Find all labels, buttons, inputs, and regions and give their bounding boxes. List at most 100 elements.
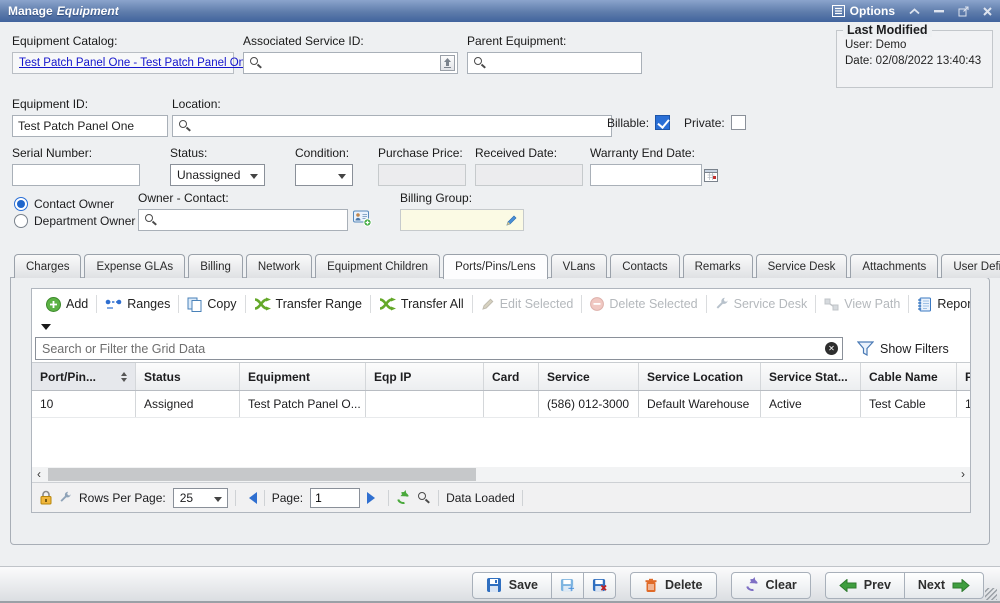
toolbar-expander[interactable] bbox=[41, 324, 51, 335]
condition-label: Condition: bbox=[295, 146, 353, 160]
view-path-button: View Path bbox=[816, 293, 908, 315]
column-header-port-pin[interactable]: Port/Pin... bbox=[32, 363, 136, 390]
tab-expense-glas[interactable]: Expense GLAs bbox=[84, 254, 185, 278]
zoom-icon[interactable] bbox=[417, 491, 431, 505]
tab-equipment-children[interactable]: Equipment Children bbox=[315, 254, 440, 278]
private-checkbox[interactable] bbox=[731, 115, 746, 130]
collapse-button[interactable] bbox=[909, 8, 920, 15]
tab-network[interactable]: Network bbox=[246, 254, 312, 278]
ranges-button[interactable]: Ranges bbox=[97, 293, 178, 315]
location-label: Location: bbox=[172, 97, 612, 111]
department-owner-label: Department Owner bbox=[34, 214, 135, 228]
location-input[interactable] bbox=[172, 115, 612, 137]
collapse-icon bbox=[909, 8, 920, 15]
owner-contact-field: Owner - Contact: bbox=[138, 191, 348, 231]
parent-equipment-field: Parent Equipment: bbox=[467, 34, 642, 74]
delete-button[interactable]: Delete bbox=[630, 572, 717, 599]
save-add-button[interactable] bbox=[551, 572, 584, 599]
tab-charges[interactable]: Charges bbox=[14, 254, 81, 278]
service-desk-icon bbox=[715, 297, 729, 311]
lock-icon[interactable] bbox=[40, 490, 52, 505]
column-header-eqp-ip[interactable]: Eqp IP bbox=[366, 363, 484, 390]
associated-service-id-input[interactable] bbox=[243, 52, 458, 74]
department-owner-radio[interactable] bbox=[14, 214, 28, 228]
billing-group-input[interactable] bbox=[400, 209, 524, 231]
edit-pencil-icon[interactable] bbox=[505, 214, 518, 227]
save-add-icon bbox=[560, 578, 575, 593]
column-header-service-location[interactable]: Service Location bbox=[639, 363, 761, 390]
rows-per-page-select[interactable]: 25 bbox=[173, 488, 228, 508]
service-id-picker-icon bbox=[443, 58, 452, 68]
column-header-card[interactable]: Card bbox=[484, 363, 539, 390]
tab-remarks[interactable]: Remarks bbox=[683, 254, 753, 278]
page-next-icon[interactable] bbox=[367, 492, 381, 504]
copy-button[interactable]: Copy bbox=[179, 293, 244, 315]
minimize-button[interactable] bbox=[934, 10, 944, 13]
prev-button[interactable]: Prev bbox=[825, 572, 905, 599]
calendar-icon[interactable] bbox=[704, 168, 718, 182]
show-filters-button[interactable]: Show Filters bbox=[857, 341, 949, 356]
report-button[interactable]: Report bbox=[909, 293, 971, 315]
clear-button[interactable]: Clear bbox=[731, 572, 811, 599]
tab-ports-pins-lens[interactable]: Ports/Pins/Lens bbox=[443, 254, 548, 279]
search-icon bbox=[179, 120, 191, 132]
condition-select[interactable] bbox=[295, 164, 353, 186]
column-header-equipment[interactable]: Equipment bbox=[240, 363, 366, 390]
column-header-service-status[interactable]: Service Stat... bbox=[761, 363, 861, 390]
tab-vlans[interactable]: VLans bbox=[551, 254, 608, 278]
tab-contacts[interactable]: Contacts bbox=[610, 254, 679, 278]
column-header-cable-name[interactable]: Cable Name bbox=[861, 363, 957, 390]
table-row[interactable]: 10 Assigned Test Patch Panel O... (586) … bbox=[32, 391, 970, 418]
page-label: Page: bbox=[272, 491, 303, 505]
edit-pencil-icon bbox=[481, 297, 495, 311]
owner-contact-input[interactable] bbox=[138, 209, 348, 231]
column-header-status[interactable]: Status bbox=[136, 363, 240, 390]
contact-owner-radio[interactable] bbox=[14, 197, 28, 211]
close-button[interactable] bbox=[983, 7, 992, 16]
transfer-range-button[interactable]: Transfer Range bbox=[246, 293, 370, 315]
save-button[interactable]: Save bbox=[472, 572, 552, 599]
scroll-left-icon[interactable]: ‹ bbox=[32, 468, 46, 481]
save-remove-button[interactable] bbox=[583, 572, 616, 599]
tab-user-defined-fields[interactable]: User Defined Fields bbox=[941, 254, 1000, 278]
serial-number-input[interactable] bbox=[12, 164, 140, 186]
ports-pins-lens-panel: Add Ranges Copy Transfer Range bbox=[10, 277, 990, 545]
billable-checkbox[interactable] bbox=[655, 115, 670, 130]
sort-icon bbox=[121, 369, 127, 385]
add-button[interactable]: Add bbox=[38, 293, 96, 315]
page-input[interactable] bbox=[310, 488, 360, 508]
scrollbar-thumb[interactable] bbox=[48, 468, 476, 481]
column-header-service[interactable]: Service bbox=[539, 363, 639, 390]
filter-icon bbox=[857, 341, 874, 356]
status-field: Status: Unassigned bbox=[170, 146, 265, 186]
equipment-id-input[interactable] bbox=[12, 115, 168, 137]
status-select[interactable]: Unassigned bbox=[170, 164, 265, 186]
wrench-icon[interactable] bbox=[59, 491, 72, 504]
purchase-price-input bbox=[378, 164, 466, 186]
service-id-picker-button[interactable] bbox=[440, 55, 455, 71]
tab-attachments[interactable]: Attachments bbox=[850, 254, 938, 278]
column-header-clipped[interactable]: P bbox=[957, 363, 971, 390]
tab-billing[interactable]: Billing bbox=[188, 254, 243, 278]
transfer-all-button[interactable]: Transfer All bbox=[371, 293, 472, 315]
tab-service-desk[interactable]: Service Desk bbox=[756, 254, 848, 278]
horizontal-scrollbar[interactable]: ‹ › bbox=[32, 467, 970, 482]
popout-button[interactable] bbox=[958, 6, 969, 17]
add-contact-button[interactable] bbox=[353, 210, 372, 227]
parent-equipment-input[interactable] bbox=[467, 52, 642, 74]
equipment-catalog-link[interactable]: Test Patch Panel One - Test Patch Panel … bbox=[19, 57, 251, 69]
warranty-end-date-input[interactable] bbox=[590, 164, 702, 186]
next-button[interactable]: Next bbox=[904, 572, 984, 599]
refresh-icon[interactable] bbox=[396, 491, 410, 505]
page-prev-icon[interactable] bbox=[243, 492, 257, 504]
grid-search-input[interactable] bbox=[35, 337, 843, 360]
clear-icon bbox=[745, 578, 759, 592]
add-icon bbox=[46, 297, 61, 312]
resize-grip-icon[interactable] bbox=[985, 588, 997, 600]
options-button[interactable]: Options bbox=[832, 4, 895, 18]
scroll-right-icon[interactable]: › bbox=[956, 468, 970, 481]
private-label: Private: bbox=[684, 116, 725, 130]
billing-group-label: Billing Group: bbox=[400, 191, 524, 205]
condition-field: Condition: bbox=[295, 146, 353, 186]
clear-search-icon[interactable]: ✕ bbox=[825, 342, 838, 355]
